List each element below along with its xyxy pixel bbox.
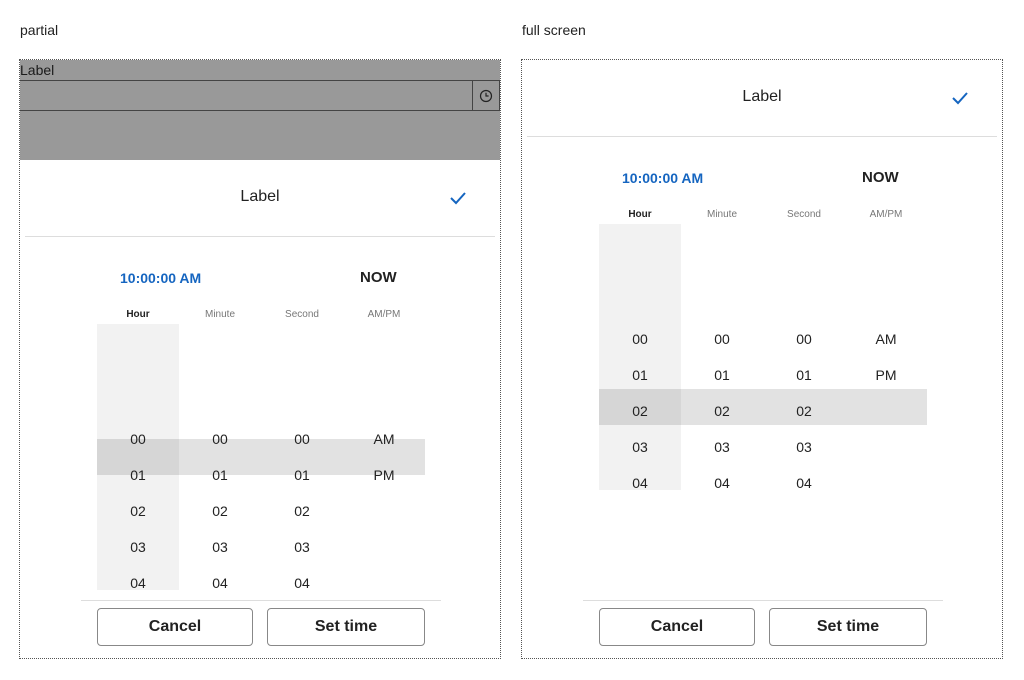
- fullscreen-frame: Label 10:00:00 AM NOW Hour Minute Second…: [521, 59, 1003, 659]
- hour-option[interactable]: 03: [599, 429, 681, 465]
- minute-wheel[interactable]: 00 01 02 03 04 05 06 07: [681, 224, 763, 490]
- cancel-button[interactable]: Cancel: [599, 608, 755, 646]
- hour-option[interactable]: 04: [97, 565, 179, 590]
- wheel-area: 00 01 02 03 04 00 01 02 03 04 00 01 02 0…: [97, 324, 425, 590]
- column-header-minute: Minute: [706, 209, 737, 220]
- hour-option[interactable]: 00: [97, 421, 179, 457]
- hour-option[interactable]: 02: [599, 393, 681, 429]
- clock-button[interactable]: [472, 80, 500, 111]
- time-picker-panel: Label 10:00:00 AM NOW Hour Minute Second…: [522, 60, 1002, 658]
- field-label: Label: [20, 62, 55, 78]
- time-field-input[interactable]: [20, 80, 474, 111]
- picker-header: Label: [522, 60, 1002, 136]
- column-header-minute: Minute: [204, 309, 235, 320]
- check-icon[interactable]: [448, 190, 468, 206]
- now-button[interactable]: NOW: [862, 169, 899, 186]
- minute-option[interactable]: 02: [681, 393, 763, 429]
- time-picker-panel: Label 10:00:00 AM NOW Hour Minute Second…: [20, 160, 500, 658]
- ampm-option[interactable]: AM: [343, 421, 425, 457]
- set-time-button[interactable]: Set time: [769, 608, 927, 646]
- minute-option[interactable]: 00: [681, 321, 763, 357]
- hour-option[interactable]: 00: [599, 321, 681, 357]
- second-option[interactable]: 00: [763, 321, 845, 357]
- second-option[interactable]: 03: [261, 529, 343, 565]
- hour-option[interactable]: 02: [97, 493, 179, 529]
- ampm-option[interactable]: AM: [845, 321, 927, 357]
- second-option[interactable]: 04: [763, 465, 845, 490]
- selected-time: 10:00:00 AM: [120, 270, 202, 286]
- wheel-area: 00 01 02 03 04 05 06 07 00 01 02 03 04 0…: [599, 224, 927, 490]
- second-wheel[interactable]: 00 01 02 03 04: [261, 324, 343, 590]
- second-option[interactable]: 04: [261, 565, 343, 590]
- second-wheel[interactable]: 00 01 02 03 04 05 06 07: [763, 224, 845, 490]
- minute-wheel[interactable]: 00 01 02 03 04: [179, 324, 261, 590]
- header-divider: [25, 236, 495, 237]
- set-time-button[interactable]: Set time: [267, 608, 425, 646]
- field-overlay: Label: [20, 60, 500, 160]
- second-option[interactable]: 02: [261, 493, 343, 529]
- hour-option[interactable]: 04: [599, 465, 681, 490]
- picker-title: Label: [240, 188, 280, 205]
- column-header-hour: Hour: [126, 309, 150, 320]
- header-divider: [527, 136, 997, 137]
- minute-option[interactable]: 03: [179, 529, 261, 565]
- cancel-button[interactable]: Cancel: [97, 608, 253, 646]
- hour-option[interactable]: 01: [599, 357, 681, 393]
- minute-option[interactable]: 01: [179, 457, 261, 493]
- minute-option[interactable]: 01: [681, 357, 763, 393]
- picker-title: Label: [742, 88, 782, 105]
- partial-caption: partial: [20, 22, 59, 38]
- ampm-wheel[interactable]: AM PM: [343, 324, 425, 590]
- hour-wheel[interactable]: 00 01 02 03 04 05 06 07: [599, 224, 681, 490]
- picker-header: Label: [20, 160, 500, 236]
- hour-wheel[interactable]: 00 01 02 03 04: [97, 324, 179, 590]
- check-icon[interactable]: [950, 90, 970, 106]
- minute-option[interactable]: 04: [681, 465, 763, 490]
- column-header-ampm: AM/PM: [869, 209, 903, 220]
- now-button[interactable]: NOW: [360, 269, 397, 286]
- partial-frame: Label Label 10:00:00 AM NOW Hour Minute …: [19, 59, 501, 659]
- second-option[interactable]: 02: [763, 393, 845, 429]
- minute-option[interactable]: 00: [179, 421, 261, 457]
- selected-time: 10:00:00 AM: [622, 170, 704, 186]
- fullscreen-caption: full screen: [522, 22, 586, 38]
- column-header-second: Second: [787, 209, 821, 220]
- minute-option[interactable]: 03: [681, 429, 763, 465]
- second-option[interactable]: 01: [261, 457, 343, 493]
- hour-option[interactable]: 01: [97, 457, 179, 493]
- ampm-option[interactable]: PM: [343, 457, 425, 493]
- column-header-ampm: AM/PM: [367, 309, 401, 320]
- second-option[interactable]: 01: [763, 357, 845, 393]
- column-header-second: Second: [285, 309, 319, 320]
- hour-option[interactable]: 03: [97, 529, 179, 565]
- column-header-hour: Hour: [628, 209, 652, 220]
- ampm-option[interactable]: PM: [845, 357, 927, 393]
- clock-icon: [479, 89, 493, 102]
- actions-divider: [583, 600, 943, 601]
- minute-option[interactable]: 02: [179, 493, 261, 529]
- minute-option[interactable]: 04: [179, 565, 261, 590]
- second-option[interactable]: 03: [763, 429, 845, 465]
- second-option[interactable]: 00: [261, 421, 343, 457]
- ampm-wheel[interactable]: AM PM: [845, 224, 927, 490]
- actions-divider: [81, 600, 441, 601]
